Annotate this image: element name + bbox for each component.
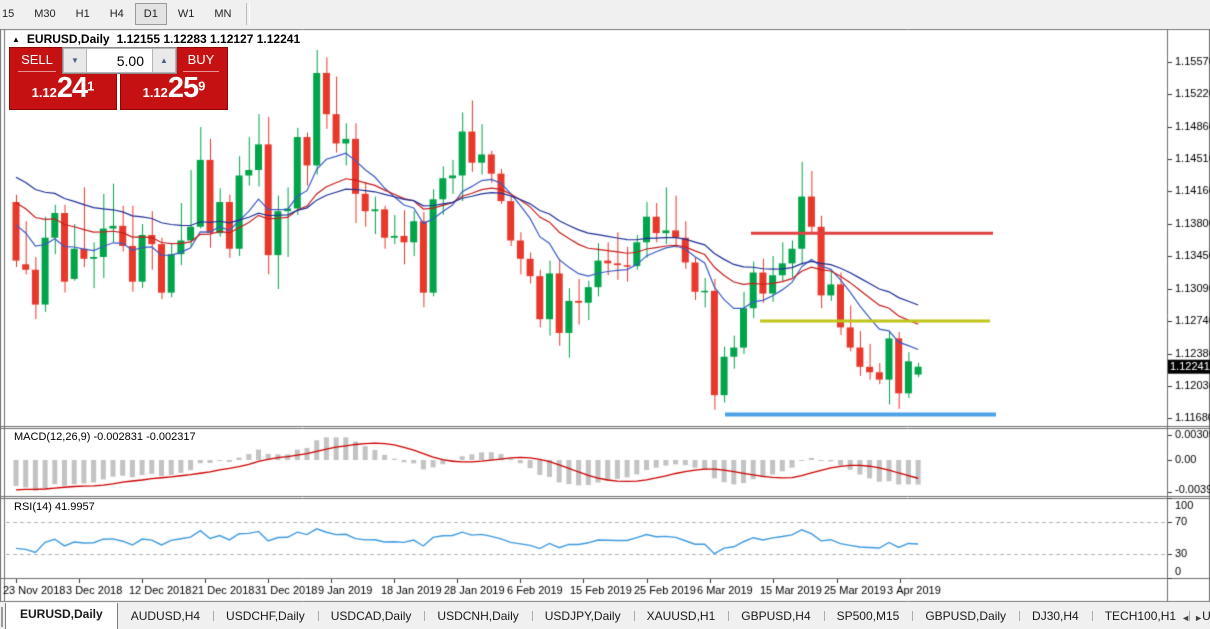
sell-price-big: 24 [57,72,87,104]
tab-scroll-left-icon[interactable]: ◄ [1181,613,1194,623]
volume-input[interactable]: 5.00 [87,48,152,73]
chart-tab-bar: EURUSD,DailyAUDUSD,H4USDCHF,DailyUSDCAD,… [0,603,1210,629]
tab-usdcnh-daily[interactable]: USDCNH,Daily [424,605,531,629]
buy-price: 1.12259 [121,72,227,106]
chart-canvas[interactable] [0,28,1210,603]
sell-button[interactable]: SELL [18,51,56,72]
buy-button[interactable]: BUY [183,51,219,72]
rsi-indicator-label: RSI(14) 41.9957 [14,501,95,513]
sell-price: 1.12241 [10,72,116,106]
tab-dj30-h4[interactable]: DJ30,H4 [1019,605,1092,629]
volume-decrease-button[interactable]: ▼ [63,48,87,73]
tab-tech100-h1[interactable]: TECH100,H1 [1092,605,1189,629]
macd-indicator-label: MACD(12,26,9) -0.002831 -0.002317 [14,431,196,443]
chart-symbol-label: EURUSD,Daily [27,32,110,46]
timeframe-button-m30[interactable]: M30 [25,3,64,25]
one-click-trade-panel: SELL 1.12241 BUY 1.12259 ▼ 5.00 ▲ [9,47,228,110]
spin-up-icon: ▲ [160,56,168,65]
buy-price-pipette: 9 [198,79,205,94]
tab-usdcad-daily[interactable]: USDCAD,Daily [318,605,425,629]
tab-gbpusd-h4[interactable]: GBPUSD,H4 [728,605,823,629]
tab-usdchf-daily[interactable]: USDCHF,Daily [213,605,318,629]
tab-scroll-right-icon[interactable]: ► [1194,613,1207,623]
timeframe-button-d1[interactable]: D1 [135,3,167,25]
tab-audusd-h4[interactable]: AUDUSD,H4 [118,605,213,629]
tab-eurusd-daily[interactable]: EURUSD,Daily [5,603,118,629]
chart-title: ▲ EURUSD,Daily 1.12155 1.12283 1.12127 1… [12,32,300,46]
volume-increase-button[interactable]: ▲ [152,48,176,73]
chart-ohlc-values: 1.12155 1.12283 1.12127 1.12241 [117,32,301,46]
collapse-arrow-icon[interactable]: ▲ [12,35,20,44]
timeframe-button-h1[interactable]: H1 [67,3,99,25]
timeframe-button-15[interactable]: 15 [0,3,23,25]
tabbar-grip [1,607,3,627]
tab-gbpusd-daily[interactable]: GBPUSD,Daily [912,605,1019,629]
volume-spinner: ▼ 5.00 ▲ [62,47,177,74]
toolbar-separator [246,3,250,25]
timeframe-button-w1[interactable]: W1 [169,3,204,25]
buy-price-prefix: 1.12 [143,85,168,100]
buy-price-big: 25 [168,72,198,104]
timeframe-button-mn[interactable]: MN [205,3,240,25]
timeframe-button-h4[interactable]: H4 [101,3,133,25]
timeframe-toolbar: 15M30H1H4D1W1MN [0,0,1210,28]
trading-terminal: 15M30H1H4D1W1MN ▲ EURUSD,Daily 1.12155 1… [0,0,1210,629]
spin-down-icon: ▼ [71,56,79,65]
sell-price-prefix: 1.12 [32,85,57,100]
tab-sp500-m15[interactable]: SP500,M15 [824,605,913,629]
tab-usdjpy-daily[interactable]: USDJPY,Daily [532,605,634,629]
sell-price-pipette: 1 [87,79,94,94]
tab-scroll-arrows: ◄► [1181,613,1207,623]
tab-xauusd-h1[interactable]: XAUUSD,H1 [634,605,729,629]
